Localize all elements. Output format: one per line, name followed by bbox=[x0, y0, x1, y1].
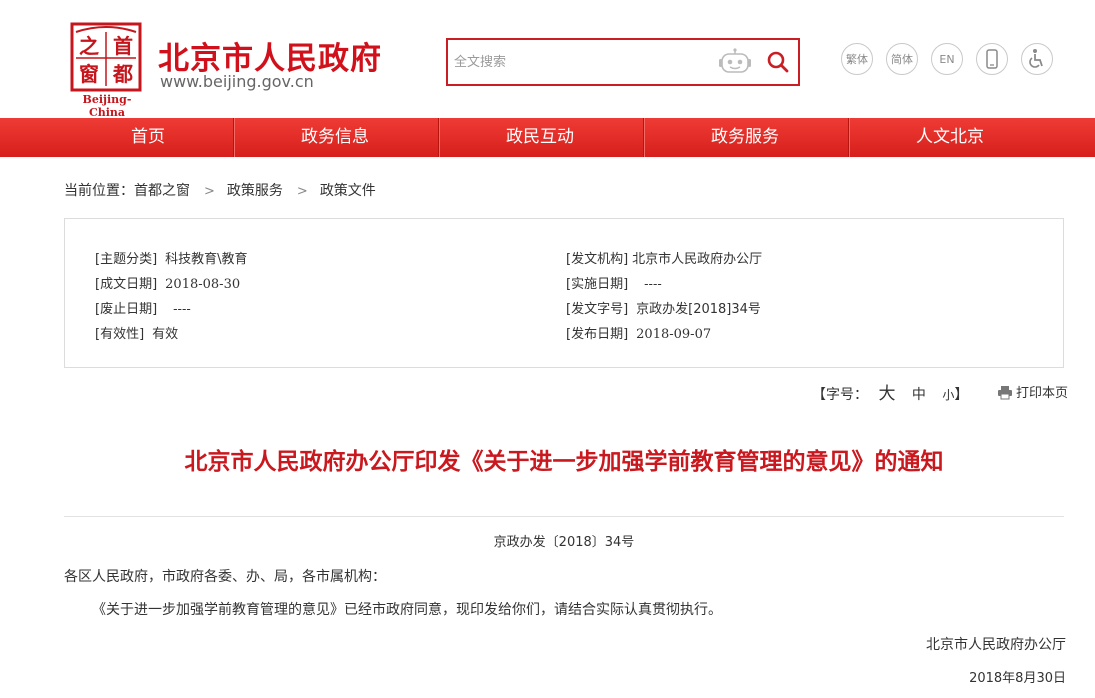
english-label: EN bbox=[939, 52, 955, 66]
print-page-label: 打印本页 bbox=[1016, 386, 1069, 401]
main-nav: 首页 政务信息 政民互动 政务服务 人文北京 bbox=[0, 118, 1095, 157]
logo-char-zhi: 之 bbox=[79, 34, 99, 58]
search-input[interactable] bbox=[452, 50, 706, 74]
article-body-paragraph: 《关于进一步加强学前教育管理的意见》已经市政府同意，现印发给你们，请结合实际认真… bbox=[92, 602, 722, 618]
meta-repeal-date: [废止日期] ---- bbox=[95, 298, 191, 317]
meta-written-date-label: [成文日期] bbox=[95, 277, 158, 292]
meta-written-date-value: 2018-08-30 bbox=[165, 277, 241, 292]
meta-publish-date: [发布日期] 2018-09-07 bbox=[566, 323, 711, 342]
font-size-label: 【字号： bbox=[812, 387, 868, 403]
nav-government-services[interactable]: 政务服务 bbox=[644, 118, 846, 157]
meta-topic-label: [主题分类] bbox=[95, 252, 158, 267]
font-size-close-bracket: 】 bbox=[954, 387, 969, 403]
meta-repeal-date-label: [废止日期] bbox=[95, 302, 158, 317]
meta-doc-number-label: [发文字号] bbox=[566, 302, 629, 317]
breadcrumb: 当前位置：首都之窗 > 政策服务 > 政策文件 bbox=[64, 180, 376, 200]
robot-assistant-icon[interactable] bbox=[718, 48, 752, 76]
site-logo-emblem[interactable]: 之 首 窗 都 bbox=[70, 22, 142, 92]
nav-government-info[interactable]: 政务信息 bbox=[234, 118, 436, 157]
search-icon[interactable] bbox=[766, 50, 790, 74]
breadcrumb-prefix: 当前位置： bbox=[64, 183, 134, 199]
article-doc-number: 京政办发〔2018〕34号 bbox=[493, 535, 635, 550]
breadcrumb-item-policy-services[interactable]: 政策服务 bbox=[227, 180, 283, 200]
nav-interaction[interactable]: 政民互动 bbox=[439, 118, 641, 157]
meta-validity-label: [有效性] bbox=[95, 327, 145, 342]
article-salutation: 各区人民政府，市政府各委、办、局，各市属机构： bbox=[64, 569, 386, 585]
english-button[interactable]: EN bbox=[931, 43, 963, 75]
font-size-medium-button[interactable]: 中 bbox=[912, 387, 926, 403]
breadcrumb-separator: > bbox=[204, 184, 215, 199]
meta-issuer: [发文机构] 北京市人民政府办公厅 bbox=[566, 248, 762, 267]
meta-publish-date-value: 2018-09-07 bbox=[636, 327, 712, 342]
logo-char-shou: 首 bbox=[113, 34, 133, 58]
breadcrumb-item-capital-window[interactable]: 首都之窗 bbox=[134, 180, 190, 200]
font-size-large-button[interactable]: 大 bbox=[878, 384, 895, 404]
breadcrumb-item-policy-documents[interactable]: 政策文件 bbox=[320, 180, 376, 200]
simplified-chinese-label: 简体 bbox=[891, 53, 913, 66]
breadcrumb-separator: > bbox=[296, 184, 308, 199]
meta-doc-number-value: 京政办发[2018]34号 bbox=[636, 302, 761, 317]
nav-humanistic-beijing[interactable]: 人文北京 bbox=[849, 118, 1051, 157]
search-box bbox=[446, 38, 800, 86]
font-size-small-button[interactable]: 小 bbox=[942, 388, 954, 402]
article-sign-date: 2018年8月30日 bbox=[969, 671, 1066, 686]
meta-issuer-value: 北京市人民政府办公厅 bbox=[632, 252, 763, 267]
logo-char-du: 都 bbox=[112, 62, 133, 86]
meta-effective-date-value: ---- bbox=[644, 277, 662, 292]
mobile-button[interactable] bbox=[976, 43, 1008, 75]
simplified-chinese-button[interactable]: 简体 bbox=[886, 43, 918, 75]
meta-validity-value: 有效 bbox=[152, 327, 179, 342]
meta-topic: [主题分类] 科技教育\教育 bbox=[95, 248, 248, 267]
accessibility-button[interactable] bbox=[1021, 43, 1053, 75]
meta-effective-date-label: [实施日期] bbox=[566, 277, 629, 292]
site-url: www.beijing.gov.cn bbox=[160, 72, 314, 91]
traditional-chinese-label: 繁体 bbox=[846, 53, 868, 66]
logo-seal-icon: 之 首 窗 都 bbox=[70, 22, 142, 92]
meta-doc-number: [发文字号] 京政办发[2018]34号 bbox=[566, 298, 761, 317]
meta-issuer-label: [发文机构] bbox=[566, 252, 629, 267]
printer-icon bbox=[997, 385, 1013, 400]
accessibility-icon bbox=[1029, 49, 1043, 68]
logo-char-chuang: 窗 bbox=[79, 62, 99, 86]
nav-home[interactable]: 首页 bbox=[64, 118, 232, 157]
title-divider bbox=[64, 516, 1064, 517]
document-meta-panel: [主题分类] 科技教育\教育 [成文日期] 2018-08-30 [废止日期] ---… bbox=[64, 218, 1064, 368]
font-size-switcher: 【字号： 大 中 小】 bbox=[812, 379, 968, 404]
traditional-chinese-button[interactable]: 繁体 bbox=[841, 43, 873, 75]
meta-effective-date: [实施日期] ---- bbox=[566, 273, 662, 292]
meta-validity: [有效性] 有效 bbox=[95, 323, 178, 342]
meta-publish-date-label: [发布日期] bbox=[566, 327, 629, 342]
mobile-icon bbox=[986, 49, 998, 69]
article-title: 北京市人民政府办公厅印发《关于进一步加强学前教育管理的意见》的通知 bbox=[184, 449, 944, 475]
site-header: 之 首 窗 都 Beijing-China 北京市人民政府 www.beijin… bbox=[0, 0, 1095, 119]
meta-repeal-date-value: ---- bbox=[173, 302, 191, 317]
logo-caption: Beijing-China bbox=[82, 93, 132, 119]
article-signature: 北京市人民政府办公厅 bbox=[926, 637, 1066, 653]
print-page-button[interactable]: 打印本页 bbox=[997, 382, 1068, 401]
meta-topic-value: 科技教育\教育 bbox=[165, 252, 248, 267]
meta-written-date: [成文日期] 2018-08-30 bbox=[95, 273, 240, 292]
